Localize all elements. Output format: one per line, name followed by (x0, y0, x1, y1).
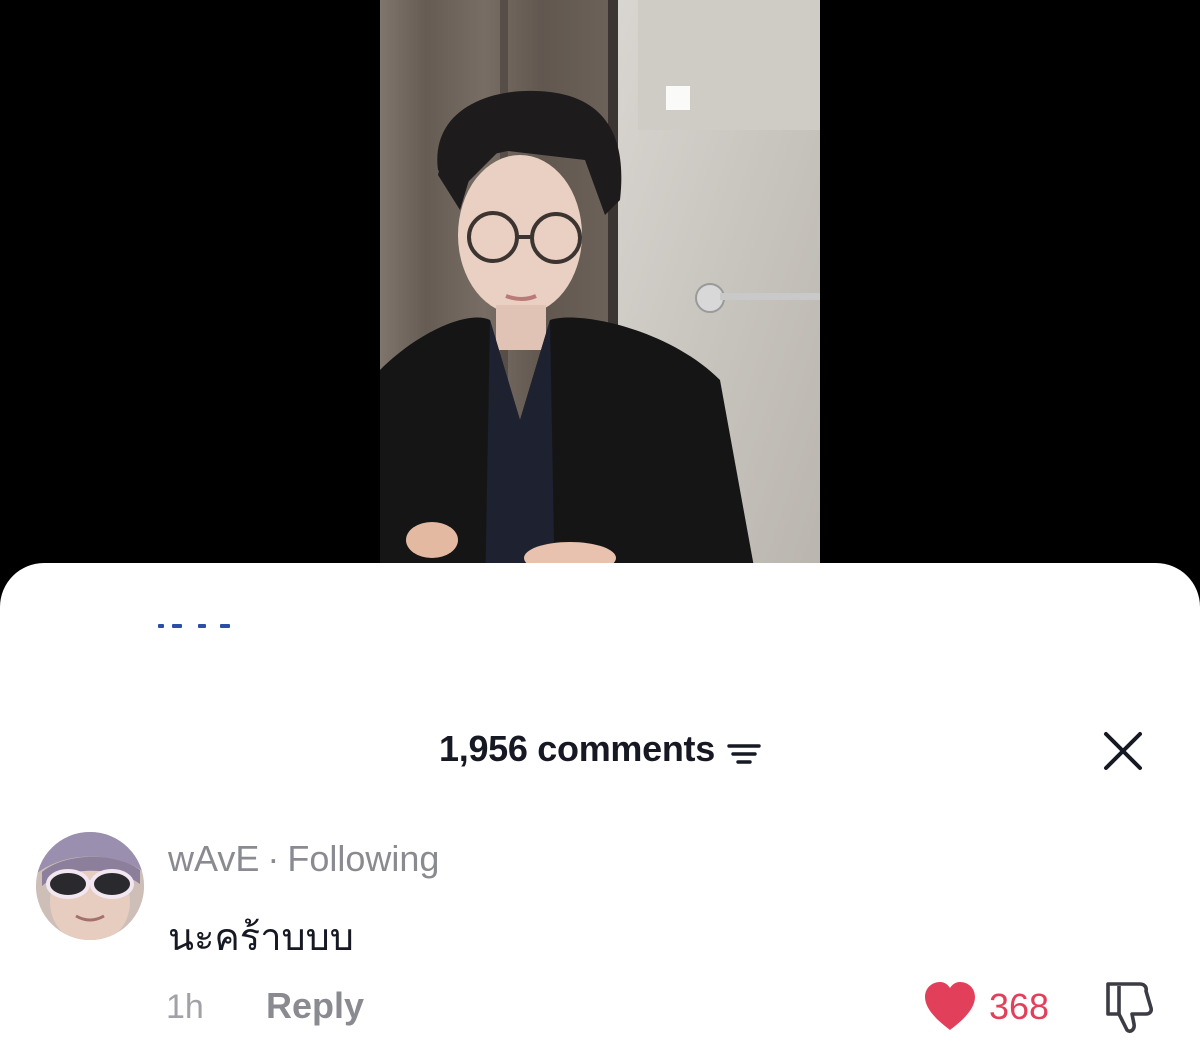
video-frame (380, 0, 820, 600)
comment-meta: wAvE · Following (168, 838, 439, 880)
meta-separator: · (267, 838, 280, 879)
comment-username[interactable]: wAvE (168, 838, 259, 879)
comment-text: นะคร้าบบบ (168, 915, 354, 959)
comment-timestamp: 1h (166, 988, 204, 1026)
reply-button[interactable]: Reply (266, 985, 364, 1027)
video-player[interactable] (380, 0, 820, 600)
close-icon[interactable] (1098, 726, 1148, 776)
comments-header: 1,956 comments (0, 728, 1200, 770)
comments-sheet (0, 563, 1200, 1057)
avatar[interactable] (36, 832, 144, 940)
thumbs-down-icon[interactable] (1100, 978, 1158, 1036)
like-count: 368 (989, 986, 1050, 1027)
following-label: Following (287, 838, 440, 879)
sort-icon[interactable] (727, 735, 761, 764)
comments-count: 1,956 comments (439, 728, 715, 769)
screen: 1,956 comments wAvE · Following นะคร้าบบ… (0, 0, 1200, 1057)
obscured-text-fragment (158, 618, 238, 632)
heart-icon[interactable] (922, 980, 978, 1032)
